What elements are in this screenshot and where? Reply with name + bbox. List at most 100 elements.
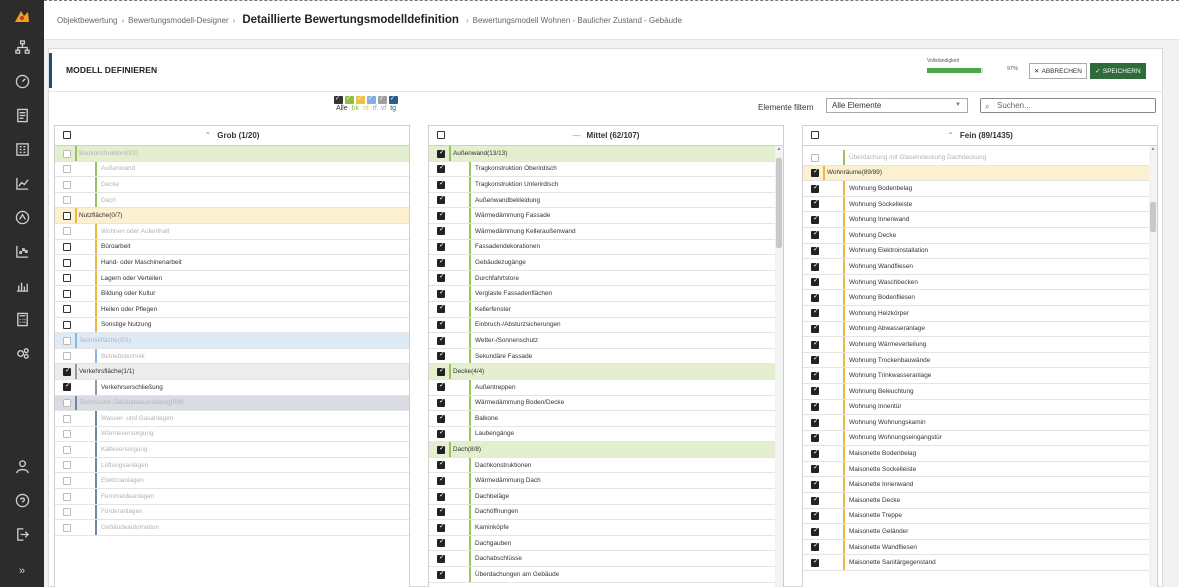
settings-icon[interactable]	[12, 346, 32, 366]
group-row[interactable]: Technische Gebäudeausrüstung(0/8)	[55, 395, 409, 412]
document-icon[interactable]	[12, 108, 32, 128]
scrollbar-mittel[interactable]: ▲	[775, 146, 783, 587]
row-checkbox[interactable]	[437, 149, 445, 158]
list-item[interactable]: Fassadendekorationen	[429, 239, 783, 256]
row-checkbox[interactable]	[63, 445, 71, 454]
group-row[interactable]: Wohnräume(89/89)	[803, 165, 1157, 182]
list-item[interactable]: Förderanlagen	[55, 504, 409, 521]
row-checkbox[interactable]	[63, 243, 71, 252]
list-item[interactable]: Wohnung Wärmeverteilung	[803, 337, 1157, 353]
list-item[interactable]: Lagern oder Verteilen	[55, 270, 409, 287]
row-checkbox[interactable]	[811, 403, 819, 411]
row-checkbox[interactable]	[811, 527, 819, 536]
row-checkbox[interactable]	[811, 215, 819, 224]
row-checkbox[interactable]	[63, 258, 71, 267]
row-checkbox[interactable]	[63, 149, 71, 158]
row-checkbox[interactable]	[811, 434, 819, 443]
list-item[interactable]: Außenwandbekleidung	[429, 192, 783, 209]
list-item[interactable]: Überdachung mit Glaseindeckung Dachdecku…	[803, 150, 1157, 166]
list-item[interactable]: Verglaste Fassadenflächen	[429, 286, 783, 302]
legend-checkbox-vf[interactable]	[378, 95, 387, 104]
row-checkbox[interactable]	[63, 414, 71, 423]
row-checkbox[interactable]	[437, 523, 445, 532]
row-checkbox[interactable]	[811, 371, 819, 380]
sort-icon[interactable]: —	[573, 131, 581, 140]
group-row[interactable]: Decke(4/4)	[429, 364, 783, 380]
group-row[interactable]: Nutzfläche(0/7)	[55, 208, 409, 224]
list-item[interactable]: Sonstige Nutzung	[55, 317, 409, 334]
row-checkbox[interactable]	[811, 387, 819, 396]
scrollbar-thumb[interactable]	[1150, 202, 1156, 232]
list-item[interactable]: Wärmedämmung Kelleraußenwand	[429, 223, 783, 240]
row-checkbox[interactable]	[437, 383, 445, 392]
row-checkbox[interactable]	[437, 570, 445, 579]
list-item[interactable]: Heilen oder Pflegen	[55, 301, 409, 318]
select-all-fein-checkbox[interactable]	[811, 131, 819, 139]
list-item[interactable]: Wärmeversorgung	[55, 426, 409, 443]
row-checkbox[interactable]	[811, 356, 819, 365]
row-checkbox[interactable]	[811, 543, 819, 552]
list-item[interactable]: Maisonette Geländer	[803, 524, 1157, 540]
list-item[interactable]: Gebäudezugänge	[429, 255, 783, 271]
list-item[interactable]: Wohnung Beleuchtung	[803, 383, 1157, 400]
list-item[interactable]: Wohnung Innenwand	[803, 212, 1157, 228]
bar-chart-icon[interactable]	[12, 278, 32, 298]
list-item[interactable]: Lüftungsanlagen	[55, 457, 409, 474]
row-checkbox[interactable]	[811, 184, 819, 193]
list-item[interactable]: Wohnung Bodenfliesen	[803, 290, 1157, 306]
legend-checkbox-bk[interactable]	[345, 95, 354, 104]
list-item[interactable]: Wetter-/Sonnenschutz	[429, 333, 783, 349]
list-item[interactable]: Büroarbeit	[55, 239, 409, 256]
row-checkbox[interactable]	[811, 340, 819, 349]
list-item[interactable]: Wärmedämmung Fassade	[429, 208, 783, 224]
row-checkbox[interactable]	[437, 321, 445, 330]
row-checkbox[interactable]	[811, 465, 819, 474]
group-row[interactable]: Außenwand(13/13)	[429, 146, 783, 162]
row-checkbox[interactable]	[437, 554, 445, 563]
list-item[interactable]: Wohnung Bodenbelag	[803, 181, 1157, 197]
row-checkbox[interactable]	[811, 480, 819, 489]
legend-checkbox-alle[interactable]	[334, 95, 343, 104]
scroll-up-icon[interactable]: ▲	[776, 146, 782, 152]
sort-icon[interactable]: ⌃	[947, 131, 954, 140]
row-checkbox[interactable]	[811, 247, 819, 256]
row-checkbox[interactable]	[437, 289, 445, 298]
list-item[interactable]: Wärmedämmung Boden/Decke	[429, 395, 783, 412]
row-checkbox[interactable]	[437, 414, 445, 423]
list-item[interactable]: Dach	[55, 192, 409, 209]
row-checkbox[interactable]	[811, 231, 819, 240]
row-checkbox[interactable]	[63, 430, 71, 439]
row-checkbox[interactable]	[63, 508, 71, 517]
scrollbar-thumb[interactable]	[776, 158, 782, 248]
row-checkbox[interactable]	[437, 476, 445, 485]
list-item[interactable]: Wohnung Trinkwasseranlage	[803, 368, 1157, 384]
cancel-button[interactable]: ✕ ABBRECHEN	[1029, 63, 1087, 79]
list-item[interactable]: Fernmeldeanlagen	[55, 489, 409, 505]
select-all-mittel-checkbox[interactable]	[437, 131, 445, 139]
list-item[interactable]: Dachöffnungen	[429, 504, 783, 521]
row-checkbox[interactable]	[437, 445, 445, 454]
row-checkbox[interactable]	[437, 399, 445, 407]
list-item[interactable]: Maisonette Wandfliesen	[803, 539, 1157, 556]
row-checkbox[interactable]	[811, 512, 819, 521]
list-item[interactable]: Wohnung Waschbecken	[803, 274, 1157, 291]
list-item[interactable]: Wohnung Abwasseranlage	[803, 321, 1157, 338]
row-checkbox[interactable]	[63, 289, 71, 298]
list-item[interactable]: Kälteversorgung	[55, 442, 409, 458]
group-row[interactable]: Dach(8/8)	[429, 442, 783, 458]
sort-icon[interactable]: ⌃	[205, 131, 212, 140]
scatter-chart-icon[interactable]	[12, 244, 32, 264]
list-item[interactable]: Betriebstechnik	[55, 348, 409, 365]
row-checkbox[interactable]	[811, 153, 819, 162]
list-item[interactable]: Wohnung Sockelleiste	[803, 196, 1157, 213]
list-item[interactable]: Dachabschlüsse	[429, 551, 783, 568]
group-row[interactable]: Verkehrsfläche(1/1)	[55, 364, 409, 380]
list-item[interactable]: Wohnung Trockenbauwände	[803, 352, 1157, 369]
row-checkbox[interactable]	[437, 352, 445, 361]
row-checkbox[interactable]	[437, 274, 445, 283]
legend-checkbox-tg[interactable]	[389, 95, 398, 104]
list-item[interactable]: Durchfahrtstore	[429, 270, 783, 287]
row-checkbox[interactable]	[811, 293, 819, 302]
expand-sidebar-icon[interactable]: »	[12, 561, 32, 581]
hierarchy-icon[interactable]	[12, 40, 32, 60]
